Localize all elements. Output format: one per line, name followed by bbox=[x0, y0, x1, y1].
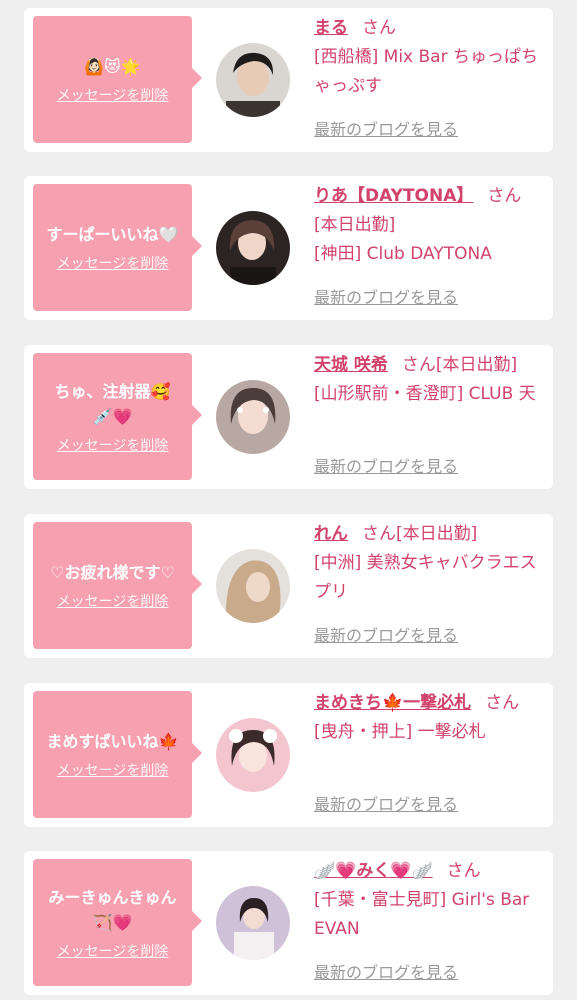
message-text: まめすぱいいね🍁 bbox=[46, 732, 179, 751]
avatar-photo-icon bbox=[216, 43, 290, 117]
avatar-photo-icon bbox=[216, 211, 290, 285]
message-text: 🙆🏻😻🌟 bbox=[84, 57, 141, 76]
latest-blog-link[interactable]: 最新のブログを見る bbox=[314, 959, 458, 983]
status-badge: [本日出勤] bbox=[314, 215, 396, 235]
sender-name-link[interactable]: れん bbox=[314, 524, 348, 544]
avatar-photo-icon bbox=[216, 549, 290, 623]
message-bubble: みーきゅんきゅん 🏹💗 メッセージを削除 bbox=[33, 859, 202, 986]
delete-message-link[interactable]: メッセージを削除 bbox=[57, 253, 169, 273]
message-card: ちゅ、注射器🥰 💉💗 メッセージを削除 天城 咲希 さん[本日出勤] [山形駅前・… bbox=[24, 345, 553, 489]
sender-name-link[interactable]: りあ【DAYTONA】 bbox=[314, 186, 473, 206]
sender-info: まる さん [西船橋] Mix Bar ちゅっぱちゃっぷす bbox=[314, 14, 544, 101]
message-bubble: ♡お疲れ様です♡ メッセージを削除 bbox=[33, 522, 202, 649]
shop-name: [山形駅前・香澄町] CLUB 天 bbox=[314, 384, 536, 404]
sender-info: まめきち🍁一撃必札 さん [曳舟・押上] 一撃必札 bbox=[314, 689, 544, 747]
avatar-photo-icon bbox=[216, 718, 290, 792]
sender-name-link[interactable]: 🪽💗みく💗🪽 bbox=[314, 861, 433, 881]
sender-name-link[interactable]: まる bbox=[314, 18, 348, 38]
message-text: ちゅ、注射器🥰 💉💗 bbox=[54, 381, 171, 426]
avatar-photo-icon bbox=[216, 886, 290, 960]
delete-message-link[interactable]: メッセージを削除 bbox=[57, 760, 169, 780]
message-bubble: まめすぱいいね🍁 メッセージを削除 bbox=[33, 691, 202, 818]
latest-blog-link[interactable]: 最新のブログを見る bbox=[314, 116, 458, 140]
shop-name: [神田] Club DAYTONA bbox=[314, 244, 492, 264]
message-text: すーぱーいいね🤍 bbox=[46, 225, 179, 244]
avatar[interactable] bbox=[216, 380, 290, 454]
delete-message-link[interactable]: メッセージを削除 bbox=[57, 435, 169, 455]
message-bubble: ちゅ、注射器🥰 💉💗 メッセージを削除 bbox=[33, 353, 202, 480]
honorific: さん bbox=[362, 524, 396, 544]
honorific: さん bbox=[485, 693, 520, 713]
honorific: さん bbox=[487, 186, 522, 206]
sender-name-link[interactable]: まめきち🍁一撃必札 bbox=[314, 693, 471, 713]
shop-name: [中洲] 美熟女キャバクラエスプリ bbox=[314, 553, 537, 602]
status-badge: [本日出勤] bbox=[435, 355, 518, 375]
avatar[interactable] bbox=[216, 211, 290, 285]
status-badge: [本日出勤] bbox=[396, 524, 478, 544]
avatar-photo-icon bbox=[216, 380, 290, 454]
message-card: 🙆🏻😻🌟 メッセージを削除 まる さん [西船橋] Mix Bar ちゅっぱちゃっ… bbox=[24, 8, 553, 152]
sender-info: 天城 咲希 さん[本日出勤] [山形駅前・香澄町] CLUB 天 bbox=[314, 351, 544, 409]
message-list: 🙆🏻😻🌟 メッセージを削除 まる さん [西船橋] Mix Bar ちゅっぱちゃっ… bbox=[0, 0, 577, 1000]
honorific: さん bbox=[446, 861, 481, 881]
message-card: みーきゅんきゅん 🏹💗 メッセージを削除 🪽💗みく💗🪽 さん [千葉・富士見町] … bbox=[24, 851, 553, 995]
message-bubble: すーぱーいいね🤍 メッセージを削除 bbox=[33, 184, 202, 311]
shop-name: [曳舟・押上] 一撃必札 bbox=[314, 722, 486, 742]
latest-blog-link[interactable]: 最新のブログを見る bbox=[314, 622, 458, 646]
avatar[interactable] bbox=[216, 43, 290, 117]
sender-info: れん さん[本日出勤] [中洲] 美熟女キャバクラエスプリ bbox=[314, 520, 544, 607]
message-bubble: 🙆🏻😻🌟 メッセージを削除 bbox=[33, 16, 202, 143]
sender-info: 🪽💗みく💗🪽 さん [千葉・富士見町] Girl's Bar EVAN bbox=[314, 857, 544, 944]
message-card: ♡お疲れ様です♡ メッセージを削除 れん さん[本日出勤] [中洲] 美熟女キャバ… bbox=[24, 514, 553, 658]
shop-name: [千葉・富士見町] Girl's Bar EVAN bbox=[314, 890, 530, 939]
latest-blog-link[interactable]: 最新のブログを見る bbox=[314, 791, 458, 815]
honorific: さん bbox=[401, 355, 436, 375]
delete-message-link[interactable]: メッセージを削除 bbox=[57, 591, 169, 611]
sender-info: りあ【DAYTONA】 さん [本日出勤] [神田] Club DAYTONA bbox=[314, 182, 544, 269]
latest-blog-link[interactable]: 最新のブログを見る bbox=[314, 284, 458, 308]
avatar[interactable] bbox=[216, 549, 290, 623]
honorific: さん bbox=[362, 18, 396, 38]
shop-name: [西船橋] Mix Bar ちゅっぱちゃっぷす bbox=[314, 47, 538, 96]
message-text: みーきゅんきゅん 🏹💗 bbox=[48, 887, 177, 932]
avatar[interactable] bbox=[216, 886, 290, 960]
delete-message-link[interactable]: メッセージを削除 bbox=[57, 85, 169, 105]
latest-blog-link[interactable]: 最新のブログを見る bbox=[314, 453, 458, 477]
message-card: すーぱーいいね🤍 メッセージを削除 りあ【DAYTONA】 さん [本日出勤] [神… bbox=[24, 176, 553, 320]
delete-message-link[interactable]: メッセージを削除 bbox=[57, 941, 169, 961]
message-card: まめすぱいいね🍁 メッセージを削除 まめきち🍁一撃必札 さん [曳舟・押上] 一撃… bbox=[24, 683, 553, 827]
avatar[interactable] bbox=[216, 718, 290, 792]
message-text: ♡お疲れ様です♡ bbox=[50, 563, 175, 582]
sender-name-link[interactable]: 天城 咲希 bbox=[314, 355, 388, 375]
